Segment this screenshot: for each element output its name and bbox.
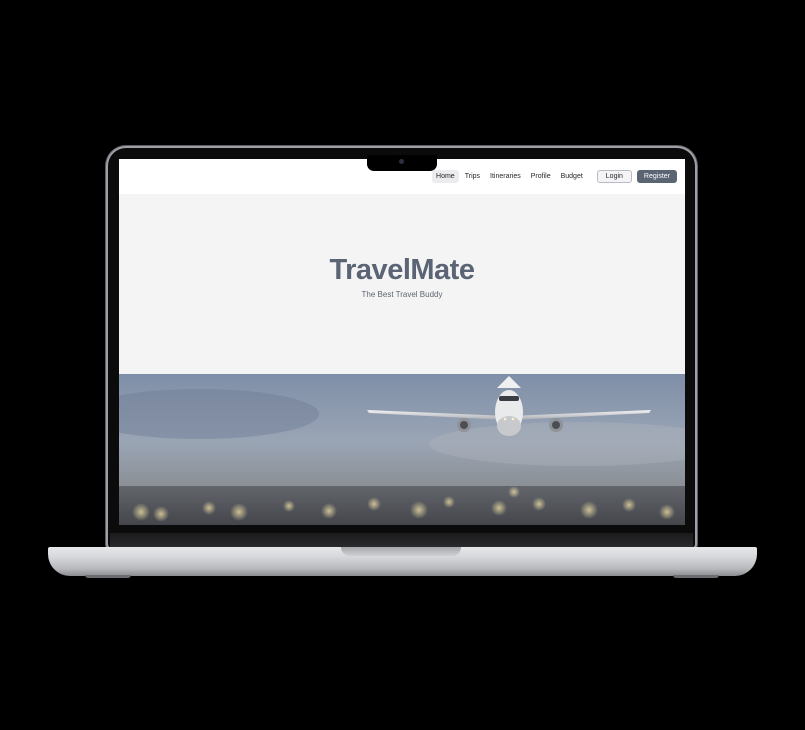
trackpad-notch [341,547,461,556]
screen: Home Trips Itineraries Profile Budget Lo… [119,159,685,525]
hero-banner-image [119,374,685,525]
airplane-photo [119,374,685,525]
login-button[interactable]: Login [596,170,632,183]
register-button[interactable]: Register [636,170,677,183]
nav-link-budget[interactable]: Budget [557,170,587,183]
nav-link-profile[interactable]: Profile [527,170,555,183]
laptop-foot [673,575,719,578]
nav-link-trips[interactable]: Trips [461,170,484,183]
nav-link-home[interactable]: Home [432,170,459,183]
camera-notch [367,155,437,171]
laptop-chin [110,533,693,547]
nav-link-itineraries[interactable]: Itineraries [486,170,525,183]
nav-links: Home Trips Itineraries Profile Budget [432,170,587,183]
page-title: TravelMate [329,254,475,286]
camera-icon [399,159,404,164]
hero-section: TravelMate The Best Travel Buddy [119,194,685,374]
page-subtitle: The Best Travel Buddy [361,290,443,299]
laptop-foot [85,575,131,578]
